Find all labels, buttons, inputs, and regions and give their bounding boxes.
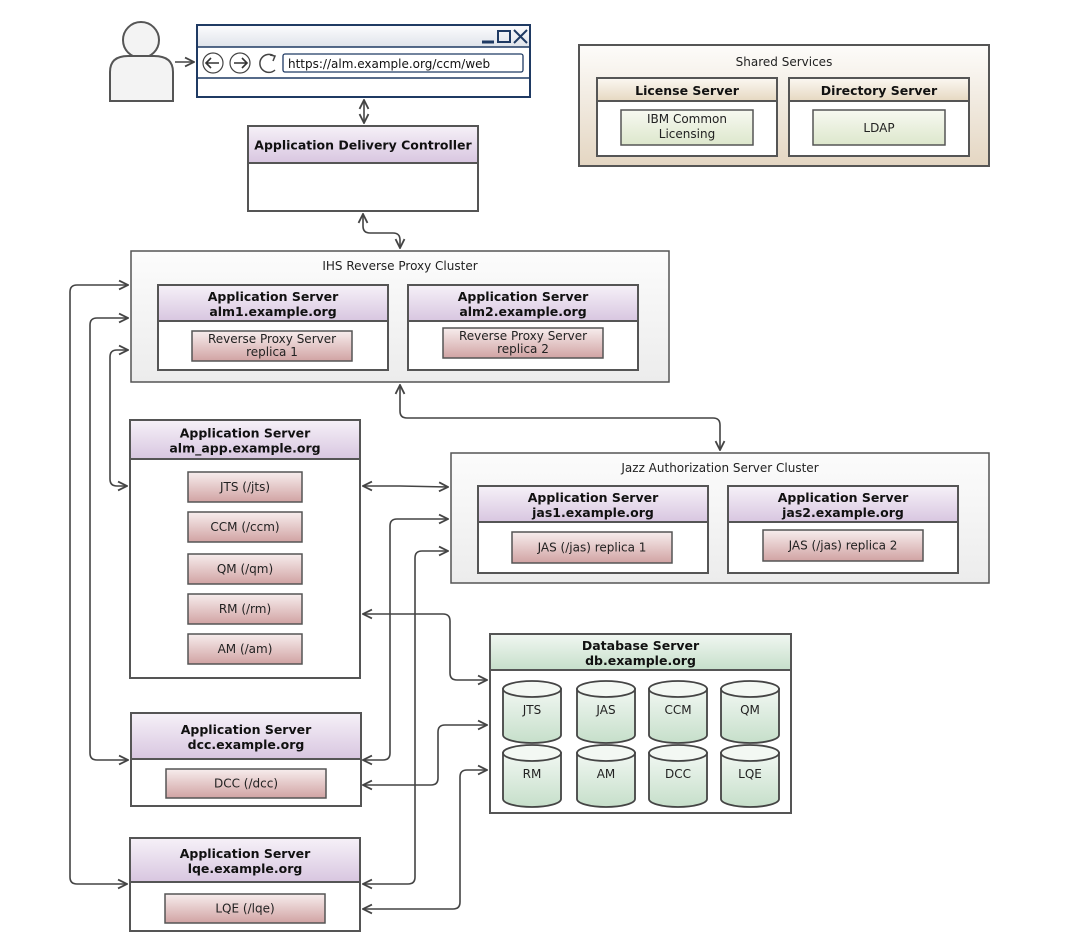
component-label: CCM (/ccm) <box>210 520 279 534</box>
component-label: RM (/rm) <box>219 602 271 616</box>
database-label: DCC <box>665 767 691 781</box>
dcc-db-arrow <box>363 725 487 785</box>
license-server-title: License Server <box>635 83 740 98</box>
jas1-server-title: Application Server <box>528 490 659 505</box>
almapp-db-arrow <box>363 614 487 680</box>
database-server-title: Database Server <box>582 638 700 653</box>
component-label: LDAP <box>863 121 894 135</box>
cylinder-top <box>720 680 780 698</box>
database-label: JAS <box>595 703 615 717</box>
ihs-almapp-arrow <box>109 350 128 486</box>
component-label: LQE (/lqe) <box>215 902 274 916</box>
ihs-lqe-arrow <box>69 285 128 884</box>
component-label: JAS (/jas) replica 1 <box>537 541 647 555</box>
lqe-db-arrow <box>363 770 487 909</box>
alm-app-server-host: alm_app.example.org <box>169 441 320 457</box>
jas-cluster-title: Jazz Authorization Server Cluster <box>620 461 818 475</box>
cylinder-top <box>720 744 780 762</box>
alm1-server-host: alm1.example.org <box>209 304 336 319</box>
browser-titlebar <box>198 26 529 47</box>
component-label: Licensing <box>659 127 715 141</box>
cylinder-top <box>502 680 562 698</box>
jas2-server-host: jas2.example.org <box>781 505 904 520</box>
adc-ihs-arrow <box>363 214 400 248</box>
database-cylinder: AM <box>576 744 636 808</box>
database-label: JTS <box>522 703 542 717</box>
shared-services-title: Shared Services <box>736 55 833 69</box>
component-label: replica 2 <box>497 342 549 356</box>
url-text: https://alm.example.org/ccm/web <box>288 57 490 71</box>
database-cylinder: DCC <box>648 744 708 808</box>
component-label: QM (/qm) <box>217 562 273 576</box>
user-body <box>109 55 174 102</box>
dcc-server-title: Application Server <box>181 722 312 737</box>
lqe-server-title: Application Server <box>180 846 311 861</box>
alm1-server-title: Application Server <box>208 289 339 304</box>
alm2-server-host: alm2.example.org <box>459 304 586 319</box>
database-cylinder: LQE <box>720 744 780 808</box>
ihs-cluster-title: IHS Reverse Proxy Cluster <box>322 259 477 273</box>
application-delivery-controller-title: Application Delivery Controller <box>254 138 472 153</box>
ihs-jas-arrow <box>400 385 720 450</box>
database-label: LQE <box>738 767 762 781</box>
database-label: CCM <box>664 703 691 717</box>
dcc-jas-arrow <box>363 519 448 760</box>
component-label: replica 1 <box>246 345 298 359</box>
database-label: AM <box>597 767 616 781</box>
lqe-jas-arrow <box>363 551 448 884</box>
almapp-jas-arrow <box>363 486 448 487</box>
component-label: JAS (/jas) replica 2 <box>788 539 898 553</box>
component-label: JTS (/jts) <box>219 480 270 494</box>
user-icon <box>109 21 174 102</box>
dcc-server-host: dcc.example.org <box>188 737 305 752</box>
architecture-diagram: https://alm.example.org/ccm/web Shared Se… <box>0 0 1074 934</box>
database-label: QM <box>740 703 760 717</box>
component-label: Reverse Proxy Server <box>208 332 336 346</box>
database-cylinder: QM <box>720 680 780 744</box>
cylinder-top <box>502 744 562 762</box>
database-cylinder: RM <box>502 744 562 808</box>
alm-app-server-title: Application Server <box>180 426 311 441</box>
component-label: IBM Common <box>647 112 727 126</box>
jas2-server-title: Application Server <box>778 490 909 505</box>
cylinder-top <box>576 744 636 762</box>
cylinder-top <box>648 680 708 698</box>
jas1-server-host: jas1.example.org <box>531 505 654 520</box>
database-server-host: db.example.org <box>585 653 696 668</box>
database-cylinder: CCM <box>648 680 708 744</box>
component-label: Reverse Proxy Server <box>459 329 587 343</box>
database-cylinder: JAS <box>576 680 636 744</box>
component-label: DCC (/dcc) <box>214 777 278 791</box>
lqe-server-host: lqe.example.org <box>188 861 303 876</box>
directory-server-title: Directory Server <box>821 83 938 98</box>
database-cylinder: JTS <box>502 680 562 744</box>
diagram-canvas: https://alm.example.org/ccm/web Shared Se… <box>69 21 990 932</box>
component-label: AM (/am) <box>218 642 273 656</box>
alm2-server-title: Application Server <box>458 289 589 304</box>
cylinder-top <box>576 680 636 698</box>
cylinder-top <box>648 744 708 762</box>
ihs-dcc-arrow <box>89 318 128 760</box>
user-head <box>122 21 160 59</box>
database-label: RM <box>523 767 542 781</box>
